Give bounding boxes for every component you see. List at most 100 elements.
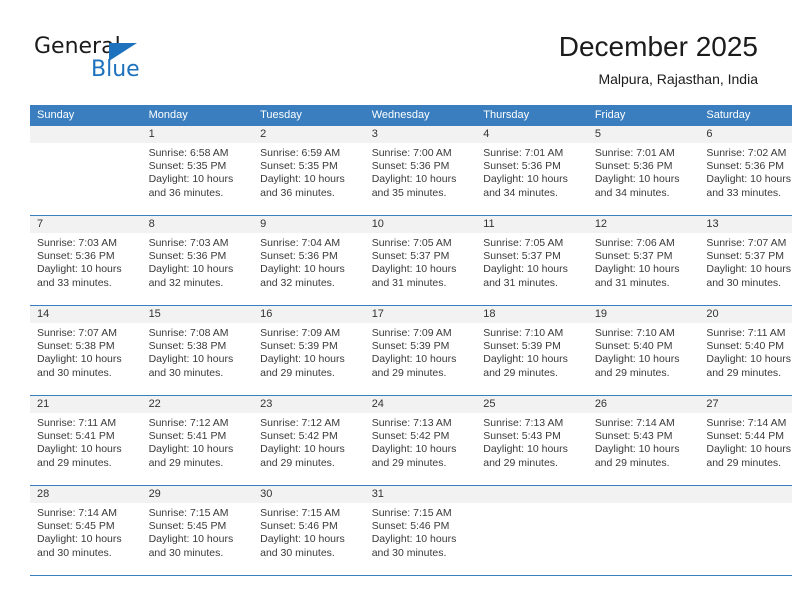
calendar-day-cell[interactable]: 28 Sunrise: 7:14 AM Sunset: 5:45 PM Dayligh…	[30, 485, 142, 576]
sunset-text: Sunset: 5:43 PM	[483, 430, 561, 443]
daylight-text: Daylight: 10 hours and 29 minutes.	[594, 443, 680, 469]
calendar-day-cell[interactable]: 26 Sunrise: 7:14 AM Sunset: 5:43 PM Dayligh…	[587, 395, 700, 486]
day-details: Sunrise: 7:02 AM Sunset: 5:36 PM Daylight:…	[699, 143, 792, 200]
calendar-day-cell[interactable]: 7 Sunrise: 7:03 AM Sunset: 5:36 PM Daylight…	[30, 215, 142, 306]
sunset-text: Sunset: 5:36 PM	[148, 250, 227, 263]
daylight-text: Daylight: 10 hours and 36 minutes.	[260, 173, 345, 199]
calendar-day-cell[interactable]: 21 Sunrise: 7:11 AM Sunset: 5:41 PM Dayligh…	[30, 395, 142, 486]
brand-logo[interactable]: General Blue	[34, 34, 214, 86]
daylight-text: Daylight: 10 hours and 29 minutes.	[260, 353, 345, 379]
day-cell-inner	[587, 486, 700, 575]
day-number: 3	[364, 126, 477, 143]
calendar-day-cell[interactable]: 17 Sunrise: 7:09 AM Sunset: 5:39 PM Dayligh…	[364, 305, 477, 396]
day-details: Sunrise: 7:04 AM Sunset: 5:36 PM Daylight:…	[253, 233, 365, 290]
calendar-day-cell[interactable]: 15 Sunrise: 7:08 AM Sunset: 5:38 PM Dayligh…	[141, 305, 254, 396]
day-number: 24	[364, 396, 477, 413]
weekday-header-saturday: Saturday	[699, 105, 792, 126]
day-number: 9	[253, 216, 365, 233]
day-cell-inner: 9 Sunrise: 7:04 AM Sunset: 5:36 PM Daylight…	[253, 216, 365, 305]
day-number: 21	[30, 396, 142, 413]
daylight-text: Daylight: 10 hours and 30 minutes.	[260, 533, 345, 559]
day-cell-inner: 27 Sunrise: 7:14 AM Sunset: 5:44 PM Dayligh…	[699, 396, 792, 485]
sunset-text: Sunset: 5:46 PM	[260, 520, 338, 533]
day-cell-inner: 18 Sunrise: 7:10 AM Sunset: 5:39 PM Dayligh…	[476, 306, 588, 395]
daylight-text: Daylight: 10 hours and 34 minutes.	[594, 173, 680, 199]
sunset-text: Sunset: 5:38 PM	[148, 340, 227, 353]
day-number: 30	[253, 486, 365, 503]
daylight-text: Daylight: 10 hours and 31 minutes.	[594, 263, 680, 289]
daylight-text: Daylight: 10 hours and 29 minutes.	[594, 353, 680, 379]
sunrise-text: Sunrise: 7:15 AM	[148, 507, 229, 519]
calendar-day-cell[interactable]: 25 Sunrise: 7:13 AM Sunset: 5:43 PM Dayligh…	[476, 395, 588, 486]
calendar-day-cell[interactable]: 9 Sunrise: 7:04 AM Sunset: 5:36 PM Daylight…	[253, 215, 365, 306]
calendar-day-cell[interactable]: 10 Sunrise: 7:05 AM Sunset: 5:37 PM Dayligh…	[364, 215, 477, 306]
day-cell-inner: 24 Sunrise: 7:13 AM Sunset: 5:42 PM Dayligh…	[364, 396, 477, 485]
logo-word-general: General	[34, 34, 121, 59]
day-cell-inner: 13 Sunrise: 7:07 AM Sunset: 5:37 PM Dayligh…	[699, 216, 792, 305]
daylight-text: Daylight: 10 hours and 34 minutes.	[483, 173, 568, 199]
day-number: 31	[364, 486, 477, 503]
sunrise-text: Sunrise: 7:00 AM	[371, 147, 452, 159]
calendar-day-cell[interactable]: 8 Sunrise: 7:03 AM Sunset: 5:36 PM Daylight…	[141, 215, 254, 306]
calendar-day-cell[interactable]: 6 Sunrise: 7:02 AM Sunset: 5:36 PM Daylight…	[699, 126, 792, 216]
calendar-day-cell[interactable]: 1 Sunrise: 6:58 AM Sunset: 5:35 PM Daylight…	[141, 126, 254, 216]
day-number: 22	[141, 396, 254, 413]
day-cell-inner: 10 Sunrise: 7:05 AM Sunset: 5:37 PM Dayligh…	[364, 216, 477, 305]
calendar-week-row: 1 Sunrise: 6:58 AM Sunset: 5:35 PM Daylight…	[30, 126, 792, 216]
calendar-day-cell[interactable]: 5 Sunrise: 7:01 AM Sunset: 5:36 PM Daylight…	[587, 126, 700, 216]
day-cell-inner: 16 Sunrise: 7:09 AM Sunset: 5:39 PM Dayligh…	[253, 306, 365, 395]
day-number: 2	[253, 126, 365, 143]
daylight-text: Daylight: 10 hours and 31 minutes.	[371, 263, 457, 289]
calendar-day-cell[interactable]: 4 Sunrise: 7:01 AM Sunset: 5:36 PM Daylight…	[476, 126, 588, 216]
calendar-day-cell[interactable]: 16 Sunrise: 7:09 AM Sunset: 5:39 PM Dayligh…	[253, 305, 365, 396]
day-number: 19	[587, 306, 700, 323]
weekday-header-wednesday: Wednesday	[364, 105, 477, 126]
calendar-day-cell[interactable]: 30 Sunrise: 7:15 AM Sunset: 5:46 PM Dayligh…	[253, 485, 365, 576]
day-details: Sunrise: 7:15 AM Sunset: 5:45 PM Daylight:…	[142, 503, 254, 560]
weekday-header-thursday: Thursday	[476, 105, 588, 126]
sunrise-text: Sunrise: 7:01 AM	[594, 147, 675, 159]
calendar-body: 1 Sunrise: 6:58 AM Sunset: 5:35 PM Daylight…	[30, 126, 792, 576]
daylight-text: Daylight: 10 hours and 32 minutes.	[148, 263, 234, 289]
calendar-day-cell	[699, 485, 792, 576]
calendar-day-cell[interactable]: 14 Sunrise: 7:07 AM Sunset: 5:38 PM Dayligh…	[30, 305, 142, 396]
calendar-day-cell[interactable]: 11 Sunrise: 7:05 AM Sunset: 5:37 PM Dayligh…	[476, 215, 588, 306]
sunset-text: Sunset: 5:37 PM	[483, 250, 561, 263]
day-number: 28	[30, 486, 142, 503]
day-number: 23	[253, 396, 365, 413]
day-number	[30, 126, 142, 143]
day-cell-inner: 17 Sunrise: 7:09 AM Sunset: 5:39 PM Dayligh…	[364, 306, 477, 395]
calendar-day-cell[interactable]: 22 Sunrise: 7:12 AM Sunset: 5:41 PM Dayligh…	[141, 395, 254, 486]
day-cell-inner: 22 Sunrise: 7:12 AM Sunset: 5:41 PM Dayligh…	[141, 396, 254, 485]
day-cell-inner: 14 Sunrise: 7:07 AM Sunset: 5:38 PM Dayligh…	[30, 306, 142, 395]
calendar-day-cell[interactable]: 18 Sunrise: 7:10 AM Sunset: 5:39 PM Dayligh…	[476, 305, 588, 396]
calendar-day-cell[interactable]: 13 Sunrise: 7:07 AM Sunset: 5:37 PM Dayligh…	[699, 215, 792, 306]
calendar-day-cell[interactable]: 27 Sunrise: 7:14 AM Sunset: 5:44 PM Dayligh…	[699, 395, 792, 486]
calendar-day-cell[interactable]: 19 Sunrise: 7:10 AM Sunset: 5:40 PM Dayligh…	[587, 305, 700, 396]
day-number: 15	[141, 306, 254, 323]
title-block: December 2025 Malpura, Rajasthan, India	[559, 30, 758, 88]
calendar-day-cell[interactable]: 29 Sunrise: 7:15 AM Sunset: 5:45 PM Dayligh…	[141, 485, 254, 576]
day-cell-inner: 25 Sunrise: 7:13 AM Sunset: 5:43 PM Dayligh…	[476, 396, 588, 485]
calendar-day-cell[interactable]: 24 Sunrise: 7:13 AM Sunset: 5:42 PM Dayligh…	[364, 395, 477, 486]
weekday-header-tuesday: Tuesday	[253, 105, 365, 126]
sunrise-text: Sunrise: 7:11 AM	[706, 327, 786, 339]
day-details: Sunrise: 7:11 AM Sunset: 5:41 PM Daylight:…	[30, 413, 142, 470]
daylight-text: Daylight: 10 hours and 33 minutes.	[706, 173, 792, 199]
calendar-day-cell[interactable]: 2 Sunrise: 6:59 AM Sunset: 5:35 PM Daylight…	[253, 126, 365, 216]
sunset-text: Sunset: 5:44 PM	[706, 430, 785, 443]
sunrise-text: Sunrise: 7:13 AM	[371, 417, 452, 429]
day-cell-inner	[699, 486, 792, 575]
calendar-day-cell[interactable]: 12 Sunrise: 7:06 AM Sunset: 5:37 PM Dayligh…	[587, 215, 700, 306]
calendar-day-cell[interactable]: 23 Sunrise: 7:12 AM Sunset: 5:42 PM Dayligh…	[253, 395, 365, 486]
calendar-day-cell[interactable]: 31 Sunrise: 7:15 AM Sunset: 5:46 PM Dayligh…	[364, 485, 477, 576]
day-cell-inner: 30 Sunrise: 7:15 AM Sunset: 5:46 PM Dayligh…	[253, 486, 365, 575]
sunrise-text: Sunrise: 7:10 AM	[483, 327, 564, 339]
day-details: Sunrise: 7:01 AM Sunset: 5:36 PM Daylight:…	[588, 143, 700, 200]
logo-word-blue: Blue	[91, 57, 140, 82]
sunrise-text: Sunrise: 7:07 AM	[706, 237, 787, 249]
calendar-day-cell[interactable]: 3 Sunrise: 7:00 AM Sunset: 5:36 PM Daylight…	[364, 126, 477, 216]
calendar-day-cell[interactable]: 20 Sunrise: 7:11 AM Sunset: 5:40 PM Dayligh…	[699, 305, 792, 396]
sunset-text: Sunset: 5:36 PM	[706, 160, 785, 173]
day-details: Sunrise: 7:12 AM Sunset: 5:42 PM Daylight:…	[253, 413, 365, 470]
